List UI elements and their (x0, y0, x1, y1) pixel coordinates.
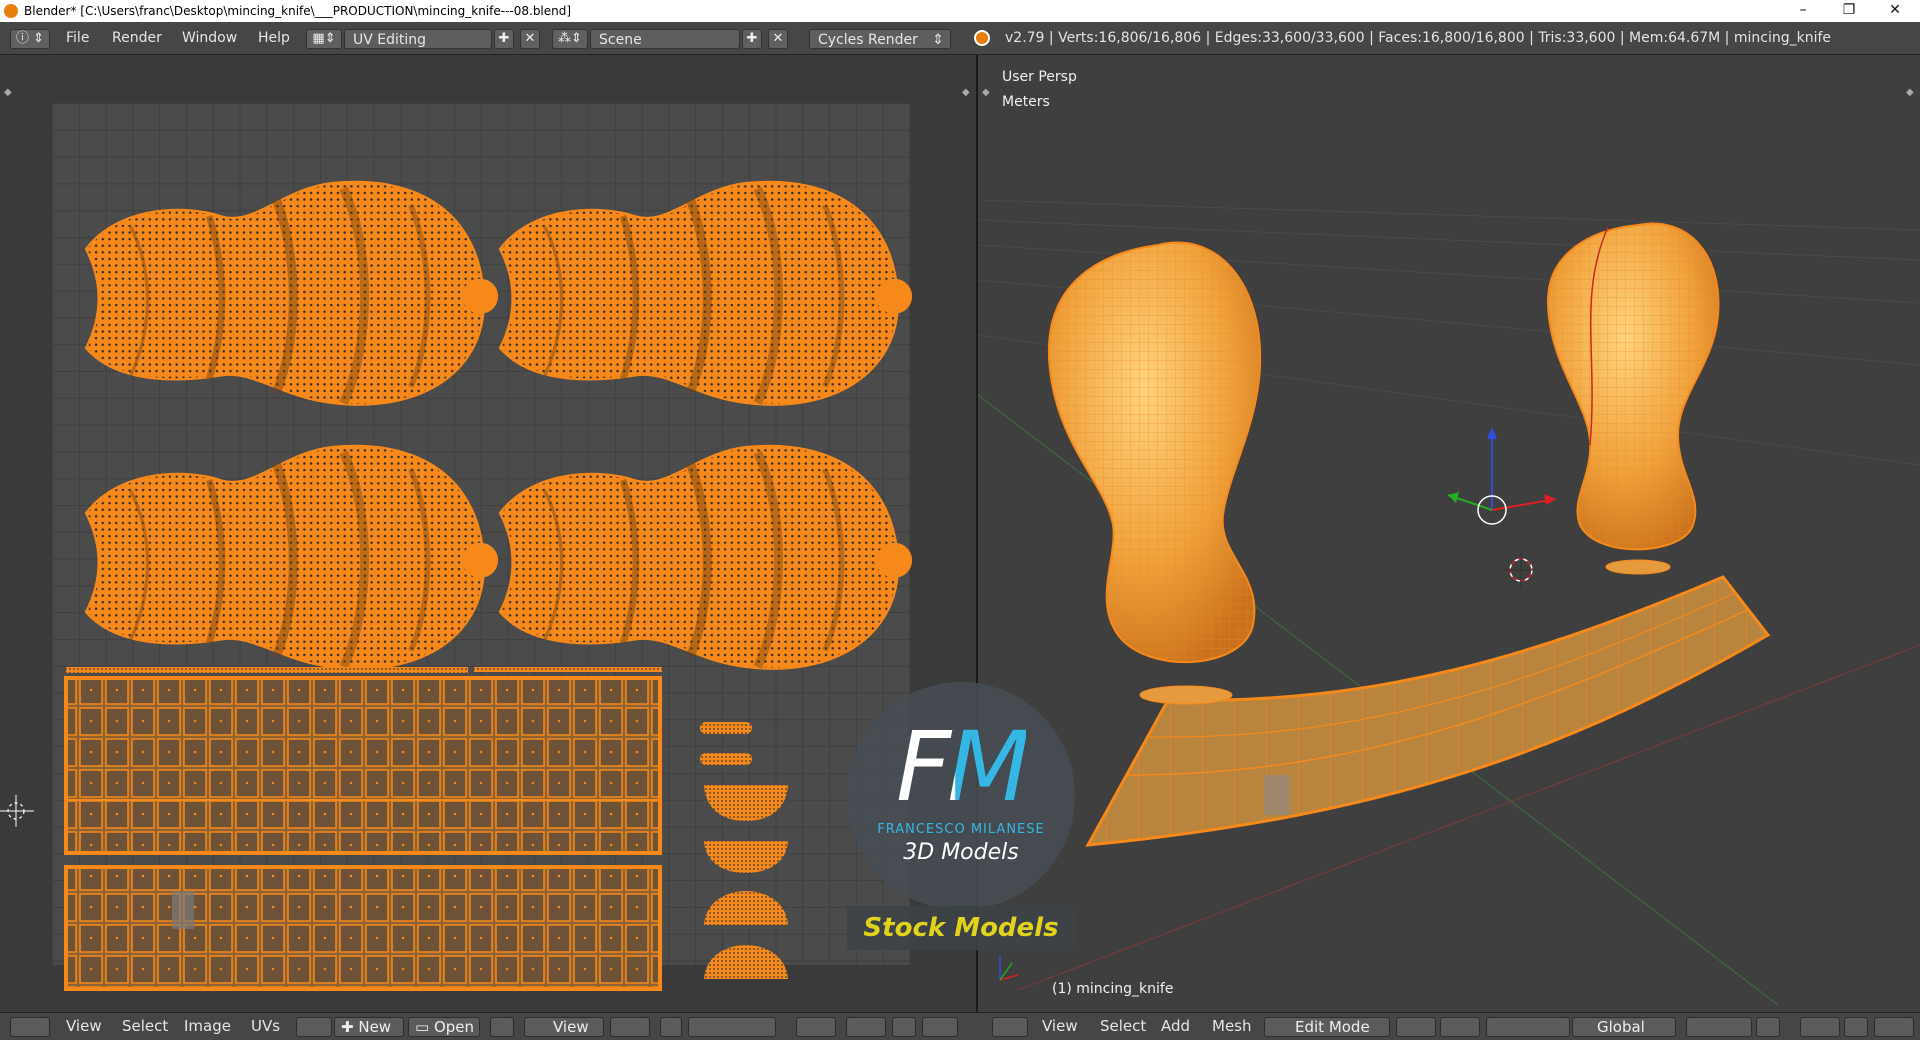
uv-island-strip[interactable] (474, 667, 662, 672)
remove-scene-icon[interactable]: ✕ (768, 29, 788, 49)
snap-element-icon[interactable] (1874, 1017, 1914, 1037)
browse-image-icon[interactable] (296, 1017, 332, 1037)
sticky-mode-icon[interactable] (796, 1017, 836, 1037)
watermark-author: FRANCESCO MILANESE (877, 822, 1045, 837)
snap-target-icon[interactable] (922, 1017, 958, 1037)
uv-islands (0, 55, 976, 991)
view-axis-widget-icon (999, 955, 1019, 981)
editor-type-image-icon[interactable] (10, 1017, 50, 1037)
3d-scene-render (978, 199, 1920, 1006)
new-image-button[interactable]: ✚ New (334, 1017, 404, 1037)
uv-island-blade-2[interactable] (64, 865, 662, 991)
pivot-point-icon[interactable] (1440, 1017, 1480, 1037)
open-image-label: Open (433, 1018, 475, 1036)
window-title: Blender* [C:\Users\franc\Desktop\mincing… (24, 4, 572, 18)
uv-island-small-pieces[interactable] (700, 722, 788, 979)
uv-island-handle-3[interactable] (86, 446, 498, 669)
manipulator-icons[interactable] (1486, 1017, 1570, 1037)
uv-island-handle-2[interactable] (500, 182, 912, 405)
open-image-button[interactable]: ▭ Open (408, 1017, 480, 1037)
mode-dropdown[interactable]: Edit Mode (1264, 1017, 1390, 1037)
pin-icon[interactable] (490, 1017, 514, 1037)
proportional-edit-icon[interactable] (1800, 1017, 1840, 1037)
watermark-logo: FM FRANCESCO MILANESE 3D Models (847, 682, 1075, 910)
new-image-label: New (358, 1018, 392, 1036)
window-titlebar: Blender* [C:\Users\franc\Desktop\mincing… (0, 0, 1920, 22)
uv-island-handle-4[interactable] (500, 446, 912, 669)
viewport-menu-mesh[interactable]: Mesh (1212, 1013, 1252, 1040)
render-engine-label: Cycles Render (818, 32, 918, 48)
transform-orientation-dropdown[interactable]: Global (1572, 1017, 1676, 1037)
watermark-subtitle: 3D Models (903, 840, 1019, 865)
add-layout-icon[interactable]: ✚ (494, 29, 514, 49)
uv-select-mode-icons[interactable] (688, 1017, 776, 1037)
screen-layout-field[interactable]: UV Editing (344, 29, 492, 49)
scene-icon[interactable]: ⁂⇕ (552, 29, 588, 49)
screen-layout-icon[interactable]: ▦⇕ (306, 29, 342, 49)
mesh-select-mode-icons[interactable] (1686, 1017, 1752, 1037)
scene-statistics: v2.79 | Verts:16,806/16,806 | Edges:33,6… (1005, 30, 1831, 46)
view-mode-dropdown[interactable]: View (524, 1017, 604, 1037)
menu-window[interactable]: Window (182, 22, 237, 54)
uv-island-strip[interactable] (66, 667, 468, 673)
minimize-button[interactable]: – (1780, 0, 1826, 22)
watermark-banner: Stock Models (847, 906, 1075, 950)
close-button[interactable]: ✕ (1872, 0, 1918, 22)
remove-layout-icon[interactable]: ✕ (520, 29, 540, 49)
proportional-edit-icon[interactable] (846, 1017, 886, 1037)
active-object-label: (1) mincing_knife (1052, 981, 1174, 997)
editor-type-3d-view-icon[interactable] (992, 1017, 1028, 1037)
snap-icon[interactable] (892, 1017, 916, 1037)
watermark-banner-text: Stock Models (863, 913, 1059, 943)
uv-menu-image[interactable]: Image (184, 1013, 231, 1040)
uv-editor-area[interactable]: ◆ ◆ (0, 55, 976, 1012)
maximize-button[interactable]: ❐ (1826, 0, 1872, 22)
uv-2d-cursor-icon (0, 795, 34, 827)
editor-type-info-icon[interactable]: ⓘ ⇕ (10, 29, 50, 49)
limit-selection-icon[interactable] (1756, 1017, 1780, 1037)
info-header: ⓘ ⇕ File Render Window Help ▦⇕ UV Editin… (0, 22, 1920, 55)
uv-island-handle-1[interactable] (86, 182, 498, 405)
object-gizmo-icon (1447, 427, 1557, 525)
knife-handle-right-mesh (1546, 222, 1720, 575)
menu-file[interactable]: File (66, 22, 89, 54)
menu-render[interactable]: Render (112, 22, 162, 54)
add-scene-icon[interactable]: ✚ (742, 29, 762, 49)
blender-logo-icon (4, 4, 18, 18)
scene-field[interactable]: Scene (590, 29, 740, 49)
3d-viewport-area[interactable]: User Persp Meters ◆ ◆ (1) mincing_knife (978, 55, 1920, 1012)
editor-headers-bottom: View Select Image UVs ✚ New ▭ Open View … (0, 1012, 1920, 1040)
viewport-menu-select[interactable]: Select (1100, 1013, 1146, 1040)
view-mode-label: View (553, 1018, 589, 1036)
uv-menu-select[interactable]: Select (122, 1013, 168, 1040)
uv-island-blade-1[interactable] (64, 676, 662, 855)
viewport-menu-add[interactable]: Add (1161, 1013, 1190, 1040)
blender-logo-icon (974, 30, 990, 46)
sync-selection-icon[interactable] (660, 1017, 682, 1037)
snap-icon[interactable] (1844, 1017, 1868, 1037)
transform-orientation-label: Global (1597, 1018, 1645, 1036)
uv-menu-view[interactable]: View (66, 1013, 102, 1040)
viewport-menu-view[interactable]: View (1042, 1013, 1078, 1040)
pivot-icon[interactable] (610, 1017, 650, 1037)
chevron-updown-icon: ⇕ (932, 32, 944, 48)
watermark-logo-text: FM (895, 711, 1030, 823)
mode-label: Edit Mode (1295, 1018, 1370, 1036)
uv-menu-uvs[interactable]: UVs (251, 1013, 280, 1040)
render-engine-dropdown[interactable]: Cycles Render ⇕ (809, 29, 951, 49)
viewport-shading-icon[interactable] (1396, 1017, 1436, 1037)
3d-cursor-icon (1502, 551, 1540, 589)
menu-help[interactable]: Help (258, 22, 290, 54)
